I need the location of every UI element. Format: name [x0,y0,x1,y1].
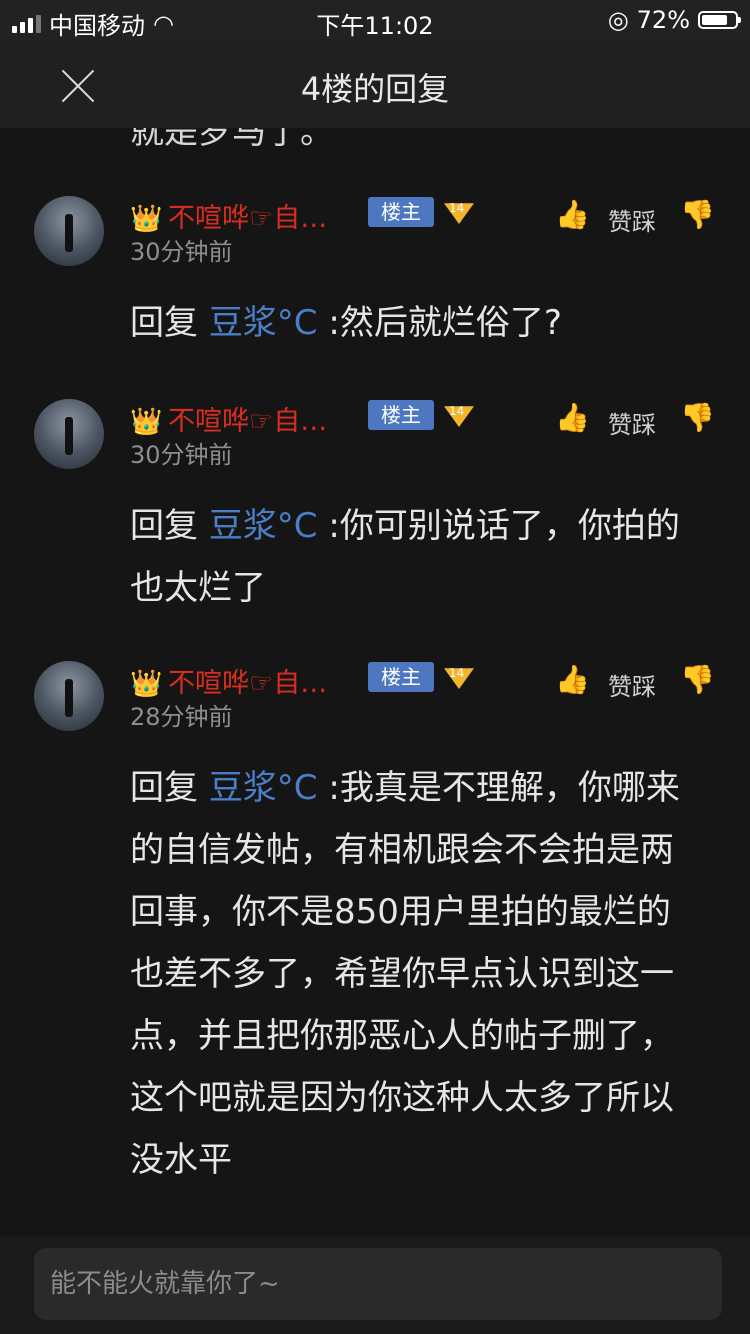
comment-text: :我真是不理解，你哪来的自信发帖，有相机跟会不会拍是两回事，你不是850用户里拍… [130,768,680,1180]
crown-icon: 👑 [130,407,163,437]
level-badge: 14 [444,406,474,427]
owner-badge: 楼主 [368,400,434,430]
battery-percent: 72% [636,6,690,34]
reply-bar: 能不能火就靠你了~ [0,1236,750,1334]
previous-comment-text: 就是罗马了。 [130,128,334,152]
page-title: 4楼的回复 [300,70,450,108]
reply-list[interactable]: 就是罗马了。 👑 不喧哗☞自… 楼主 14 30分钟前 👍 赞踩 👍 回复 豆浆… [0,128,750,1236]
thumbs-down-icon[interactable]: 👍 [680,663,715,696]
like-dislike-label: 赞踩 [608,411,656,439]
status-bar: 中国移动 ◠ 下午11:02 ◎ 72% [0,0,750,40]
comment-time: 30分钟前 [130,441,233,469]
author-name[interactable]: 不喧哗☞自… [168,661,327,700]
comment-time: 28分钟前 [130,703,233,731]
reply-prefix: 回复 [130,768,198,808]
mention-link[interactable]: 豆浆°C [209,303,318,343]
thumbs-up-icon[interactable]: 👍 [555,198,590,231]
reply-input[interactable]: 能不能火就靠你了~ [34,1248,722,1320]
avatar[interactable] [34,196,104,266]
thumbs-up-icon[interactable]: 👍 [555,401,590,434]
owner-badge: 楼主 [368,197,434,227]
like-dislike-label: 赞踩 [608,673,656,701]
comment-body[interactable]: 回复 豆浆°C :我真是不理解，你哪来的自信发帖，有相机跟会不会拍是两回事，你不… [130,757,690,1191]
comment-time: 30分钟前 [130,238,233,266]
owner-badge: 楼主 [368,662,434,692]
nav-bar: 4楼的回复 [0,40,750,128]
comment-body[interactable]: 回复 豆浆°C :然后就烂俗了? [130,292,690,354]
author-name[interactable]: 不喧哗☞自… [168,196,327,235]
rotation-lock-icon: ◎ [607,6,629,34]
comment-text: :然后就烂俗了? [328,303,562,343]
reply-prefix: 回复 [130,506,198,546]
avatar[interactable] [34,399,104,469]
battery-icon [698,11,741,29]
mention-link[interactable]: 豆浆°C [209,768,318,808]
thumbs-down-icon[interactable]: 👍 [680,198,715,231]
author-name[interactable]: 不喧哗☞自… [168,399,327,438]
comment-body[interactable]: 回复 豆浆°C :你可别说话了，你拍的也太烂了 [130,495,690,619]
avatar[interactable] [34,661,104,731]
level-badge: 14 [444,668,474,689]
like-dislike-label: 赞踩 [608,208,656,236]
level-badge: 14 [444,203,474,224]
mention-link[interactable]: 豆浆°C [209,506,318,546]
thumbs-down-icon[interactable]: 👍 [680,401,715,434]
crown-icon: 👑 [130,204,163,234]
thumbs-up-icon[interactable]: 👍 [555,663,590,696]
reply-prefix: 回复 [130,303,198,343]
status-right: ◎ 72% [607,6,741,34]
crown-icon: 👑 [130,669,163,699]
